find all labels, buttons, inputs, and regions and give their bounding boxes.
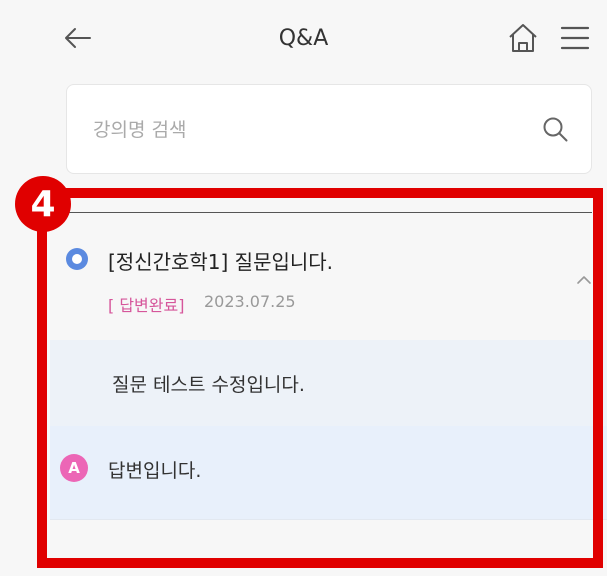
answer-divider [50, 519, 607, 520]
status-badge: [ 답변완료] [108, 296, 185, 315]
answer-text: 답변입니다. [108, 460, 202, 482]
answer-badge-icon: A [60, 454, 88, 482]
search-box [66, 84, 592, 174]
search-input[interactable] [91, 113, 515, 147]
question-body-text: 질문 테스트 수정입니다. [112, 374, 305, 396]
question-badge-icon [66, 248, 88, 270]
app-bar: Q&A [0, 0, 607, 86]
question-body: 질문 테스트 수정입니다. [50, 340, 607, 426]
hamburger-menu-icon[interactable] [560, 24, 590, 52]
question-title: [정신간호학1] 질문입니다. [108, 250, 334, 274]
home-icon[interactable] [506, 22, 540, 54]
list-divider [66, 212, 592, 213]
question-item[interactable]: [정신간호학1] 질문입니다. [ 답변완료] 2023.07.25 [50, 214, 607, 340]
answer-item: A 답변입니다. [50, 426, 607, 520]
question-date: 2023.07.25 [204, 292, 296, 311]
chevron-up-icon[interactable] [576, 274, 592, 286]
search-icon[interactable] [541, 115, 569, 143]
step-number-badge: 4 [15, 176, 71, 232]
